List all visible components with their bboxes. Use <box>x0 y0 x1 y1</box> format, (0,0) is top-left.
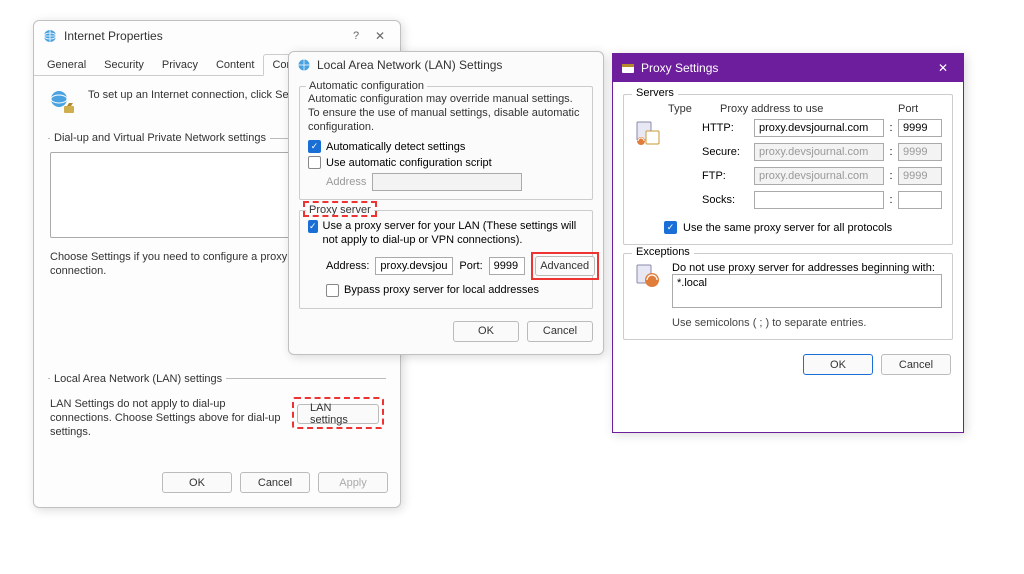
auto-config-group: Automatic configuration Automatic config… <box>299 86 593 200</box>
row-label: Socks: <box>702 194 750 206</box>
ftp-port-input <box>898 167 942 185</box>
exceptions-hint: Use semicolons ( ; ) to separate entries… <box>672 317 942 329</box>
footer: OK Cancel Apply <box>34 462 400 503</box>
address-label: Address: <box>326 260 369 272</box>
row-label: Secure: <box>702 146 750 158</box>
socks-address-input[interactable] <box>754 191 884 209</box>
exceptions-icon <box>634 262 664 290</box>
footer: OK Cancel <box>613 344 963 385</box>
secure-address-input <box>754 143 884 161</box>
tab-security[interactable]: Security <box>95 54 153 76</box>
lan-legend: Local Area Network (LAN) settings <box>50 373 226 385</box>
http-port-input[interactable] <box>898 119 942 137</box>
window-title: Local Area Network (LAN) Settings <box>317 58 502 72</box>
help-button[interactable]: ? <box>344 30 368 42</box>
cancel-button[interactable]: Cancel <box>527 321 593 342</box>
script-address-input <box>372 173 522 191</box>
auto-script-label: Use automatic configuration script <box>326 157 492 169</box>
auto-script-checkbox[interactable] <box>308 156 321 169</box>
use-proxy-label: Use a proxy server for your LAN (These s… <box>323 220 584 248</box>
footer: OK Cancel <box>289 313 603 350</box>
proxy-title-icon <box>621 61 641 76</box>
tab-content[interactable]: Content <box>207 54 264 76</box>
setup-text: To set up an Internet connection, click … <box>88 88 321 102</box>
globe-icon <box>297 58 311 73</box>
servers-legend: Servers <box>632 87 678 99</box>
http-address-input[interactable] <box>754 119 884 137</box>
tab-general[interactable]: General <box>38 54 95 76</box>
titlebar: Internet Properties ? ✕ <box>34 21 400 51</box>
auto-config-desc: Automatic configuration may override man… <box>308 93 584 134</box>
connection-wizard-icon <box>48 88 78 118</box>
proxy-legend: Proxy server <box>306 204 374 216</box>
advanced-highlight: Advanced <box>531 252 599 280</box>
ok-button[interactable]: OK <box>453 321 519 342</box>
auto-config-legend: Automatic configuration <box>306 80 427 92</box>
ok-button[interactable]: OK <box>162 472 232 493</box>
vpn-legend: Dial-up and Virtual Private Network sett… <box>50 132 270 144</box>
lan-settings-highlight: LAN settings <box>292 397 384 429</box>
server-row-http: HTTP: : <box>668 119 942 137</box>
same-proxy-checkbox[interactable] <box>664 221 677 234</box>
lan-desc: LAN Settings do not apply to dial-up con… <box>50 397 284 440</box>
servers-group: Servers Type Proxy address to use Port H… <box>623 94 953 245</box>
socks-port-input[interactable] <box>898 191 942 209</box>
proxy-address-input[interactable] <box>375 257 453 275</box>
col-type: Type <box>668 103 716 115</box>
bypass-local-label: Bypass proxy server for local addresses <box>344 284 539 296</box>
server-row-socks: Socks: : <box>668 191 942 209</box>
proxy-port-input[interactable] <box>489 257 525 275</box>
row-label: HTTP: <box>702 122 750 134</box>
col-port: Port <box>898 103 942 115</box>
lan-settings-window: Local Area Network (LAN) Settings Automa… <box>288 51 604 355</box>
bypass-local-checkbox[interactable] <box>326 284 339 297</box>
exceptions-desc: Do not use proxy server for addresses be… <box>672 262 942 274</box>
server-row-ftp: FTP: : <box>668 167 942 185</box>
window-title: Proxy Settings <box>641 61 931 75</box>
titlebar: Proxy Settings ✕ <box>613 54 963 82</box>
script-address-label: Address <box>326 176 366 188</box>
servers-icon <box>634 119 664 215</box>
auto-detect-checkbox[interactable] <box>308 140 321 153</box>
cancel-button[interactable]: Cancel <box>881 354 951 375</box>
ftp-address-input <box>754 167 884 185</box>
cancel-button[interactable]: Cancel <box>240 472 310 493</box>
port-label: Port: <box>459 260 482 272</box>
apply-button[interactable]: Apply <box>318 472 388 493</box>
proxy-settings-window: Proxy Settings ✕ Servers Type Proxy addr… <box>612 53 964 433</box>
row-label: FTP: <box>702 170 750 182</box>
close-button[interactable]: ✕ <box>368 29 392 43</box>
titlebar: Local Area Network (LAN) Settings <box>289 52 603 78</box>
col-addr: Proxy address to use <box>720 103 884 115</box>
close-button[interactable]: ✕ <box>931 61 955 75</box>
advanced-button[interactable]: Advanced <box>535 256 595 276</box>
same-proxy-label: Use the same proxy server for all protoc… <box>683 222 892 234</box>
proxy-server-group: Proxy server Use a proxy server for your… <box>299 210 593 309</box>
window-title: Internet Properties <box>64 29 344 43</box>
exceptions-group: Exceptions Do not use proxy server for a… <box>623 253 953 340</box>
server-row-secure: Secure: : <box>668 143 942 161</box>
auto-detect-label: Automatically detect settings <box>326 141 465 153</box>
globe-icon <box>42 28 58 44</box>
ok-button[interactable]: OK <box>803 354 873 375</box>
tab-privacy[interactable]: Privacy <box>153 54 207 76</box>
exceptions-legend: Exceptions <box>632 246 694 258</box>
lan-group: Local Area Network (LAN) settings LAN Se… <box>48 373 386 442</box>
use-proxy-checkbox[interactable] <box>308 220 318 233</box>
secure-port-input <box>898 143 942 161</box>
exceptions-textarea[interactable] <box>672 274 942 308</box>
lan-settings-button[interactable]: LAN settings <box>297 404 379 424</box>
